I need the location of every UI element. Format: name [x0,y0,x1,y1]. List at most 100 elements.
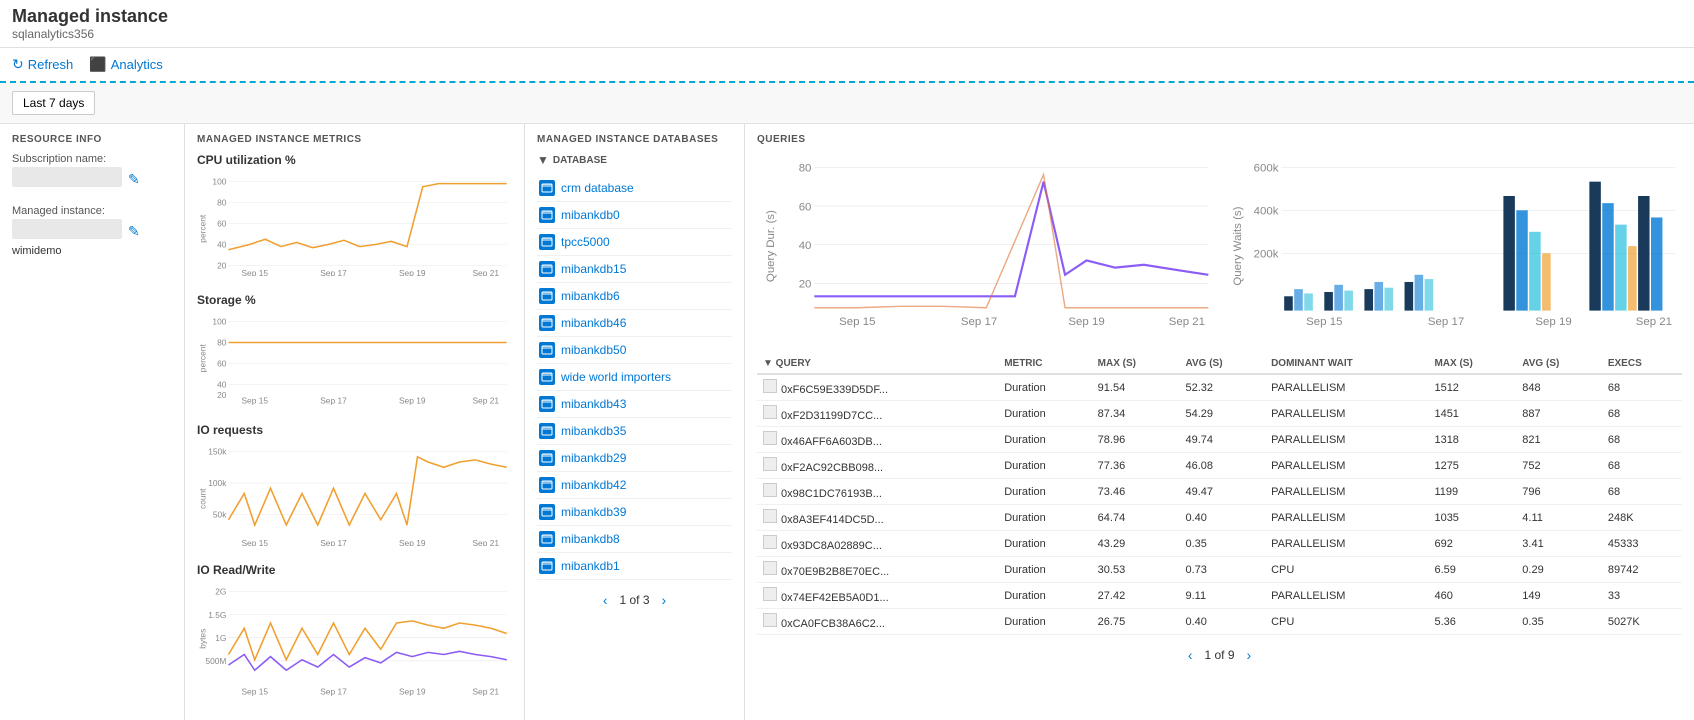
dominant-wait-cell: PARALLELISM [1265,453,1428,479]
col-execs: EXECS [1602,354,1682,374]
resource-info-title: RESOURCE INFO [12,134,172,145]
db-list-item[interactable]: mibankdb35 [537,418,732,445]
wait-avg-cell: 0.29 [1516,557,1602,583]
svg-text:40: 40 [217,380,227,390]
query-row[interactable]: 0x70E9B2B8E70EC... Duration 30.53 0.73 C… [757,557,1682,583]
time-range-button[interactable]: Last 7 days [12,91,95,115]
queries-prev-button[interactable]: ‹ [1184,645,1197,665]
db-item-name: mibankdb43 [561,397,626,411]
max-cell: 30.53 [1092,557,1180,583]
svg-text:Sep 15: Sep 15 [839,316,875,328]
db-prev-button[interactable]: ‹ [599,590,612,610]
wait-avg-cell: 752 [1516,453,1602,479]
queries-header-row: ▼ QUERY METRIC MAX (S) AVG (S) DOMINANT … [757,354,1682,374]
databases-title: MANAGED INSTANCE DATABASES [537,134,732,145]
execs-cell: 33 [1602,583,1682,609]
svg-text:Sep 17: Sep 17 [320,395,347,405]
svg-text:Sep 15: Sep 15 [1306,316,1342,328]
db-filter-icon[interactable]: ▼ [537,153,549,167]
dominant-wait-cell: PARALLELISM [1265,374,1428,401]
svg-text:Sep 15: Sep 15 [241,538,268,546]
metric-cell: Duration [998,401,1091,427]
db-list-item[interactable]: mibankdb1 [537,553,732,580]
storage-chart: Storage % 100 80 60 40 20 Sep 15 Sep 17 [197,293,512,409]
db-next-button[interactable]: › [658,590,671,610]
db-list-item[interactable]: mibankdb43 [537,391,732,418]
managed-instance-edit-icon[interactable]: ✎ [128,223,140,240]
db-list-item[interactable]: mibankdb42 [537,472,732,499]
query-row[interactable]: 0x98C1DC76193B... Duration 73.46 49.47 P… [757,479,1682,505]
db-list-item[interactable]: tpcc5000 [537,229,732,256]
analytics-button[interactable]: ⬛ Analytics [89,56,162,73]
wait-max-cell: 1512 [1428,374,1516,401]
query-row[interactable]: 0x74EF42EB5A0D1... Duration 27.42 9.11 P… [757,583,1682,609]
queries-table-container: ▼ QUERY METRIC MAX (S) AVG (S) DOMINANT … [757,354,1682,665]
queries-page-indicator: 1 of 9 [1204,648,1234,662]
svg-text:20: 20 [799,279,812,291]
svg-text:Sep 19: Sep 19 [399,538,426,546]
db-item-name: wide world importers [561,370,671,384]
wait-max-cell: 1035 [1428,505,1516,531]
svg-text:Sep 21: Sep 21 [472,538,499,546]
dominant-wait-cell: PARALLELISM [1265,583,1428,609]
db-item-icon [539,531,555,547]
io-requests-chart-title: IO requests [197,423,512,437]
max-cell: 43.29 [1092,531,1180,557]
svg-text:60: 60 [217,219,227,229]
execs-cell: 89742 [1602,557,1682,583]
svg-text:500M: 500M [205,655,226,665]
svg-text:percent: percent [197,344,207,373]
db-item-icon [539,234,555,250]
svg-text:Sep 21: Sep 21 [472,686,499,696]
subscription-edit-icon[interactable]: ✎ [128,171,140,188]
avg-cell: 49.74 [1180,427,1266,453]
execs-cell: 68 [1602,427,1682,453]
max-cell: 73.46 [1092,479,1180,505]
queries-next-button[interactable]: › [1243,645,1256,665]
svg-text:Sep 17: Sep 17 [961,316,997,328]
io-readwrite-chart-svg: 2G 1.5G 1G 500M Sep 15 Sep 17 Sep 19 Sep… [197,581,512,697]
db-item-name: crm database [561,181,634,195]
db-list-item[interactable]: mibankdb15 [537,256,732,283]
svg-text:Query Waits (s): Query Waits (s) [1232,206,1244,285]
db-item-icon [539,477,555,493]
db-list-item[interactable]: crm database [537,175,732,202]
db-list-item[interactable]: mibankdb0 [537,202,732,229]
query-row[interactable]: 0xF6C59E339D5DF... Duration 91.54 52.32 … [757,374,1682,401]
db-page-indicator: 1 of 3 [619,593,649,607]
cpu-chart-svg: 100 80 60 40 20 Sep 15 Sep 17 Sep 19 Sep… [197,171,512,276]
svg-text:40: 40 [799,240,812,252]
svg-text:Query Dur. (s): Query Dur. (s) [765,210,777,282]
db-list: crm database mibankdb0 tpcc5000 mibankdb… [537,175,732,580]
query-row[interactable]: 0x93DC8A02889C... Duration 43.29 0.35 PA… [757,531,1682,557]
query-filter-icon[interactable]: ▼ [763,358,773,369]
query-icon [763,509,777,523]
db-list-item[interactable]: mibankdb6 [537,283,732,310]
subscription-label: Subscription name: [12,153,172,165]
db-item-name: mibankdb42 [561,478,626,492]
query-row[interactable]: 0xF2AC92CBB098... Duration 77.36 46.08 P… [757,453,1682,479]
db-list-item[interactable]: mibankdb39 [537,499,732,526]
query-row[interactable]: 0xCA0FCB38A6C2... Duration 26.75 0.40 CP… [757,609,1682,635]
query-cell: 0x98C1DC76193B... [757,479,998,505]
query-row[interactable]: 0x46AFF6A603DB... Duration 78.96 49.74 P… [757,427,1682,453]
db-list-item[interactable]: mibankdb29 [537,445,732,472]
query-row[interactable]: 0x8A3EF414DC5D... Duration 64.74 0.40 PA… [757,505,1682,531]
svg-text:150k: 150k [208,446,227,456]
cpu-chart: CPU utilization % 100 80 60 40 20 [197,153,512,279]
execs-cell: 248K [1602,505,1682,531]
svg-text:Sep 19: Sep 19 [399,268,426,276]
metrics-panel: MANAGED INSTANCE METRICS CPU utilization… [185,124,525,720]
dominant-wait-cell: PARALLELISM [1265,401,1428,427]
avg-cell: 54.29 [1180,401,1266,427]
db-list-item[interactable]: mibankdb50 [537,337,732,364]
refresh-button[interactable]: ↻ Refresh [12,56,73,73]
avg-cell: 46.08 [1180,453,1266,479]
db-item-name: tpcc5000 [561,235,610,249]
query-row[interactable]: 0xF2D31199D7CC... Duration 87.34 54.29 P… [757,401,1682,427]
io-requests-chart-area: 150k 100k 50k Sep 15 Sep 17 Sep 19 Sep 2… [197,441,512,549]
db-list-item[interactable]: mibankdb8 [537,526,732,553]
db-list-item[interactable]: mibankdb46 [537,310,732,337]
queries-charts: 80 60 40 20 Sep 15 Sep 17 Sep 19 Sep 21 … [757,153,1682,342]
db-list-item[interactable]: wide world importers [537,364,732,391]
